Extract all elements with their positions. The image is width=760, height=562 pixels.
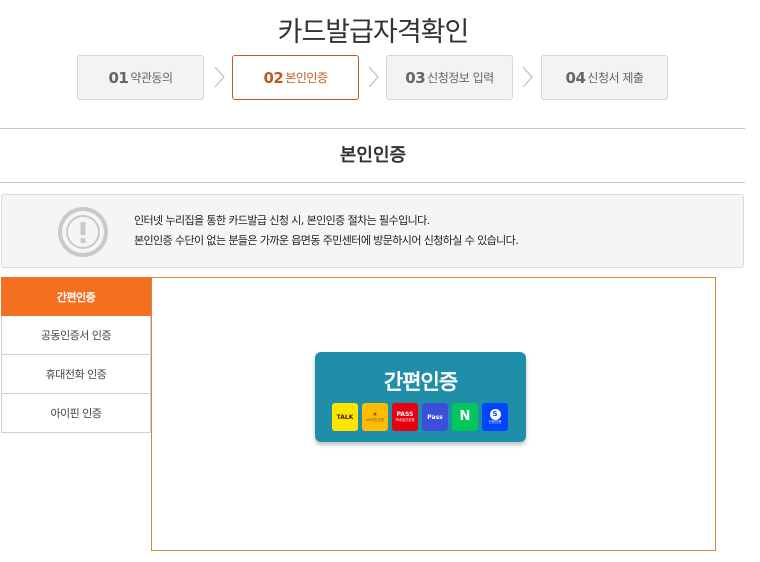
- shinhan-icon: S 신한인증: [482, 403, 508, 431]
- pass-icon: PASS 모바일신분증: [392, 403, 418, 431]
- step-number: 04: [565, 68, 586, 87]
- kb-bank-icon: ★ KB국민은행: [362, 403, 388, 431]
- step-3-application-info: 03 신청정보 입력: [386, 55, 513, 100]
- notice-text: 인터넷 누리집을 통한 카드발급 신청 시, 본인인증 절차는 필수입니다. 본…: [134, 211, 519, 251]
- kakao-talk-icon: TALK: [332, 403, 358, 431]
- app-sub-label: 모바일신분증: [395, 418, 415, 422]
- exclamation-circle-icon: [58, 207, 108, 257]
- step-2-identity-verification: 02 본인인증: [232, 55, 359, 100]
- tab-simple-auth[interactable]: 간편인증: [1, 277, 151, 316]
- app-label: Pass: [427, 413, 443, 421]
- chevron-right-icon: [368, 66, 379, 88]
- app-label: PASS: [396, 411, 414, 418]
- notice-box: 인터넷 누리집을 통한 카드발급 신청 시, 본인인증 절차는 필수입니다. 본…: [1, 194, 744, 268]
- auth-content-panel: 간편인증 TALK ★ KB국민은행 PASS 모바일신분증 Pass N S …: [151, 277, 716, 551]
- simple-auth-button[interactable]: 간편인증 TALK ★ KB국민은행 PASS 모바일신분증 Pass N S …: [315, 352, 526, 442]
- app-label: ★: [372, 411, 378, 418]
- tab-joint-certificate[interactable]: 공동인증서 인증: [1, 316, 151, 355]
- step-label: 약관동의: [130, 71, 173, 85]
- chevron-right-icon: [214, 66, 225, 88]
- tab-ipin[interactable]: 아이핀 인증: [1, 394, 151, 433]
- app-label: TALK: [336, 413, 354, 421]
- auth-method-tabs: 간편인증 공동인증서 인증 휴대전화 인증 아이핀 인증: [1, 277, 151, 433]
- auth-app-icons: TALK ★ KB국민은행 PASS 모바일신분증 Pass N S 신한인증: [332, 403, 512, 433]
- divider: [0, 128, 745, 129]
- tab-mobile-phone[interactable]: 휴대전화 인증: [1, 355, 151, 394]
- notice-line-2: 본인인증 수단이 없는 분들은 가까운 읍면동 주민센터에 방문하시어 신청하실…: [134, 234, 519, 247]
- notice-line-1: 인터넷 누리집을 통한 카드발급 신청 시, 본인인증 절차는 필수입니다.: [134, 214, 430, 227]
- app-sub-label: 신한인증: [488, 420, 502, 424]
- pass-blue-icon: Pass: [422, 403, 448, 431]
- step-4-submit: 04 신청서 제출: [541, 55, 668, 100]
- naver-icon: N: [452, 403, 478, 431]
- step-number: 03: [405, 68, 426, 87]
- step-1-terms: 01 약관동의: [77, 55, 204, 100]
- step-label: 신청서 제출: [587, 71, 644, 85]
- section-title: 본인인증: [339, 145, 407, 166]
- page-title: 카드발급자격확인: [277, 17, 470, 48]
- app-sub-label: KB국민은행: [366, 418, 384, 422]
- step-number: 02: [263, 68, 284, 87]
- app-label: N: [459, 409, 471, 424]
- step-label: 본인인증: [285, 71, 328, 85]
- chevron-right-icon: [522, 66, 533, 88]
- simple-auth-title: 간편인증: [383, 370, 458, 394]
- step-label: 신청정보 입력: [427, 71, 494, 85]
- step-number: 01: [108, 68, 129, 87]
- divider: [0, 182, 745, 183]
- app-label: S: [489, 409, 501, 420]
